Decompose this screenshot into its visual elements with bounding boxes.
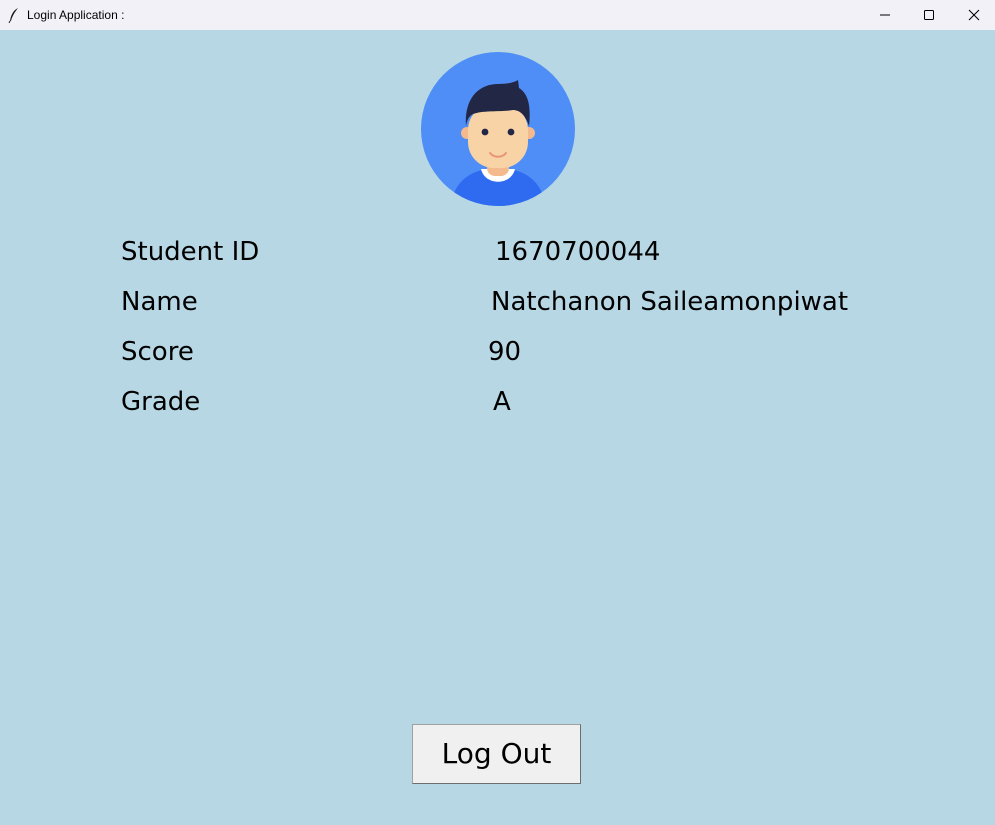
feather-icon bbox=[8, 8, 18, 23]
maximize-icon bbox=[924, 10, 934, 20]
app-window: Login Application : Student ID 167070004… bbox=[0, 0, 995, 825]
grade-label: Grade bbox=[121, 387, 201, 417]
name-label: Name bbox=[121, 287, 198, 317]
student-id-label: Student ID bbox=[121, 237, 260, 267]
student-id-value: 1670700044 bbox=[495, 237, 661, 267]
title-bar[interactable]: Login Application : bbox=[0, 0, 995, 30]
logout-button[interactable]: Log Out bbox=[412, 724, 581, 784]
grade-value: A bbox=[493, 387, 511, 417]
score-value: 90 bbox=[488, 337, 522, 367]
user-avatar bbox=[421, 52, 575, 206]
minimize-icon bbox=[880, 14, 890, 16]
close-button[interactable] bbox=[951, 0, 995, 30]
name-value: Natchanon Saileamonpiwat bbox=[491, 287, 849, 317]
minimize-button[interactable] bbox=[862, 0, 908, 30]
score-label: Score bbox=[121, 337, 194, 367]
close-icon bbox=[968, 9, 980, 21]
maximize-button[interactable] bbox=[906, 0, 952, 30]
window-title: Login Application : bbox=[27, 8, 125, 22]
